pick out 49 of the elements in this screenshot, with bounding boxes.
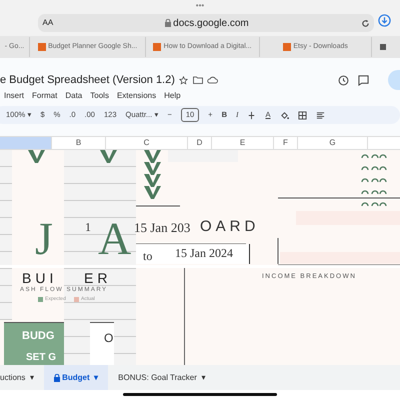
column-header[interactable]: D [188, 137, 212, 149]
menu-item[interactable]: Tools [90, 90, 109, 102]
history-icon[interactable] [338, 74, 350, 86]
sheet-text: 15 Jan 2024 [175, 245, 233, 262]
comment-icon[interactable] [358, 74, 370, 86]
star-icon[interactable] [179, 76, 188, 84]
sheet-text: OARD [200, 217, 260, 237]
column-header[interactable]: B [52, 137, 106, 149]
column-header[interactable]: C [106, 137, 188, 149]
sheet-text: to [143, 248, 152, 265]
large-letter: J [35, 216, 53, 262]
sheet-tab[interactable]: BONUS: Goal Tracker ▾ [108, 365, 216, 390]
etsy-favicon-icon [38, 43, 46, 51]
sheet-text: 15 Jan 203 [134, 219, 190, 237]
lock-icon [54, 374, 60, 382]
sheet-text: SET G [26, 351, 56, 365]
sheet-text: O [104, 330, 114, 347]
budget-panel [4, 322, 64, 365]
document-title[interactable]: e Budget Spreadsheet (Version 1.2) [0, 72, 175, 88]
cloud-icon[interactable] [207, 76, 218, 84]
menu-item[interactable]: Insert [4, 90, 24, 102]
large-letter: A [98, 216, 132, 262]
sheet-tab[interactable]: uctions ▾ [0, 365, 44, 390]
menu-item[interactable]: Format [32, 90, 58, 102]
etsy-favicon-icon [153, 43, 162, 51]
caret-icon: ▾ [201, 372, 206, 384]
title-text: ER [84, 271, 112, 285]
sheet-tab[interactable]: Budget ▾ [44, 365, 108, 390]
menu-item[interactable]: Extensions [116, 90, 156, 102]
caret-icon: ▾ [30, 372, 34, 384]
text-size-button[interactable]: AA [42, 17, 54, 29]
caret-icon: ▾ [94, 372, 98, 384]
reload-icon[interactable] [360, 18, 370, 28]
menu-item[interactable]: Data [65, 90, 82, 102]
sheet-text: BUDG [22, 329, 54, 344]
borders-icon[interactable] [298, 109, 306, 121]
folder-icon[interactable] [192, 76, 203, 84]
menu-item[interactable]: Help [164, 90, 181, 102]
title-text: BUI [22, 271, 58, 285]
column-header[interactable]: F [274, 137, 298, 149]
value-box [90, 322, 114, 365]
download-icon[interactable] [378, 14, 391, 27]
sheet-text: 1 [85, 219, 91, 236]
arc-pattern-drawing [361, 154, 387, 206]
etsy-favicon-icon [283, 43, 292, 51]
url-text[interactable]: docs.google.com [173, 16, 249, 30]
lock-icon [164, 19, 171, 27]
column-header[interactable]: G [298, 137, 368, 149]
column-header[interactable]: E [212, 137, 274, 149]
